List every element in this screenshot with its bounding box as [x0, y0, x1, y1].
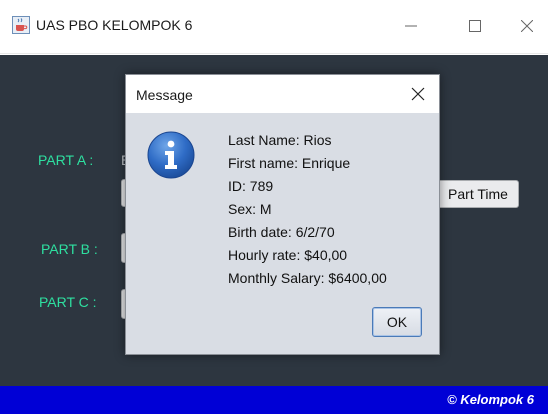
- message-line-sex: Sex: M: [228, 201, 272, 217]
- message-line-birth-date: Birth date: 6/2/70: [228, 224, 335, 240]
- maximize-button[interactable]: [452, 6, 498, 46]
- message-line-monthly-salary: Monthly Salary: $6400,00: [228, 270, 387, 286]
- ok-button[interactable]: OK: [372, 307, 422, 337]
- footer-bar: © Kelompok 6: [0, 386, 548, 414]
- message-dialog: Message Last Name: Rios First name: Enri…: [125, 74, 440, 355]
- message-line-last-name: Last Name: Rios: [228, 132, 332, 148]
- minimize-button[interactable]: [388, 6, 434, 46]
- message-line-id: ID: 789: [228, 178, 274, 194]
- java-cup-icon: [12, 16, 30, 34]
- dialog-close-button[interactable]: [406, 83, 430, 105]
- part-c-label: PART C :: [39, 294, 97, 310]
- part-a-label: PART A :: [38, 152, 94, 168]
- window-title: UAS PBO KELOMPOK 6: [36, 17, 193, 33]
- close-window-button[interactable]: [504, 6, 548, 46]
- window-titlebar: UAS PBO KELOMPOK 6: [0, 0, 548, 54]
- close-icon: [521, 20, 533, 32]
- part-b-label: PART B :: [41, 241, 98, 257]
- part-time-button[interactable]: Part Time: [437, 180, 519, 208]
- minimize-icon: [405, 25, 417, 27]
- dialog-title: Message: [136, 87, 193, 103]
- message-line-hourly-rate: Hourly rate: $40,00: [228, 247, 348, 263]
- message-text: Last Name: Rios First name: Enrique ID: …: [228, 131, 387, 292]
- close-icon: [411, 87, 425, 101]
- info-icon: [147, 131, 195, 179]
- message-line-first-name: First name: Enrique: [228, 155, 351, 171]
- dialog-titlebar: Message: [126, 75, 439, 113]
- footer-credit: © Kelompok 6: [447, 392, 534, 407]
- maximize-icon: [469, 20, 481, 32]
